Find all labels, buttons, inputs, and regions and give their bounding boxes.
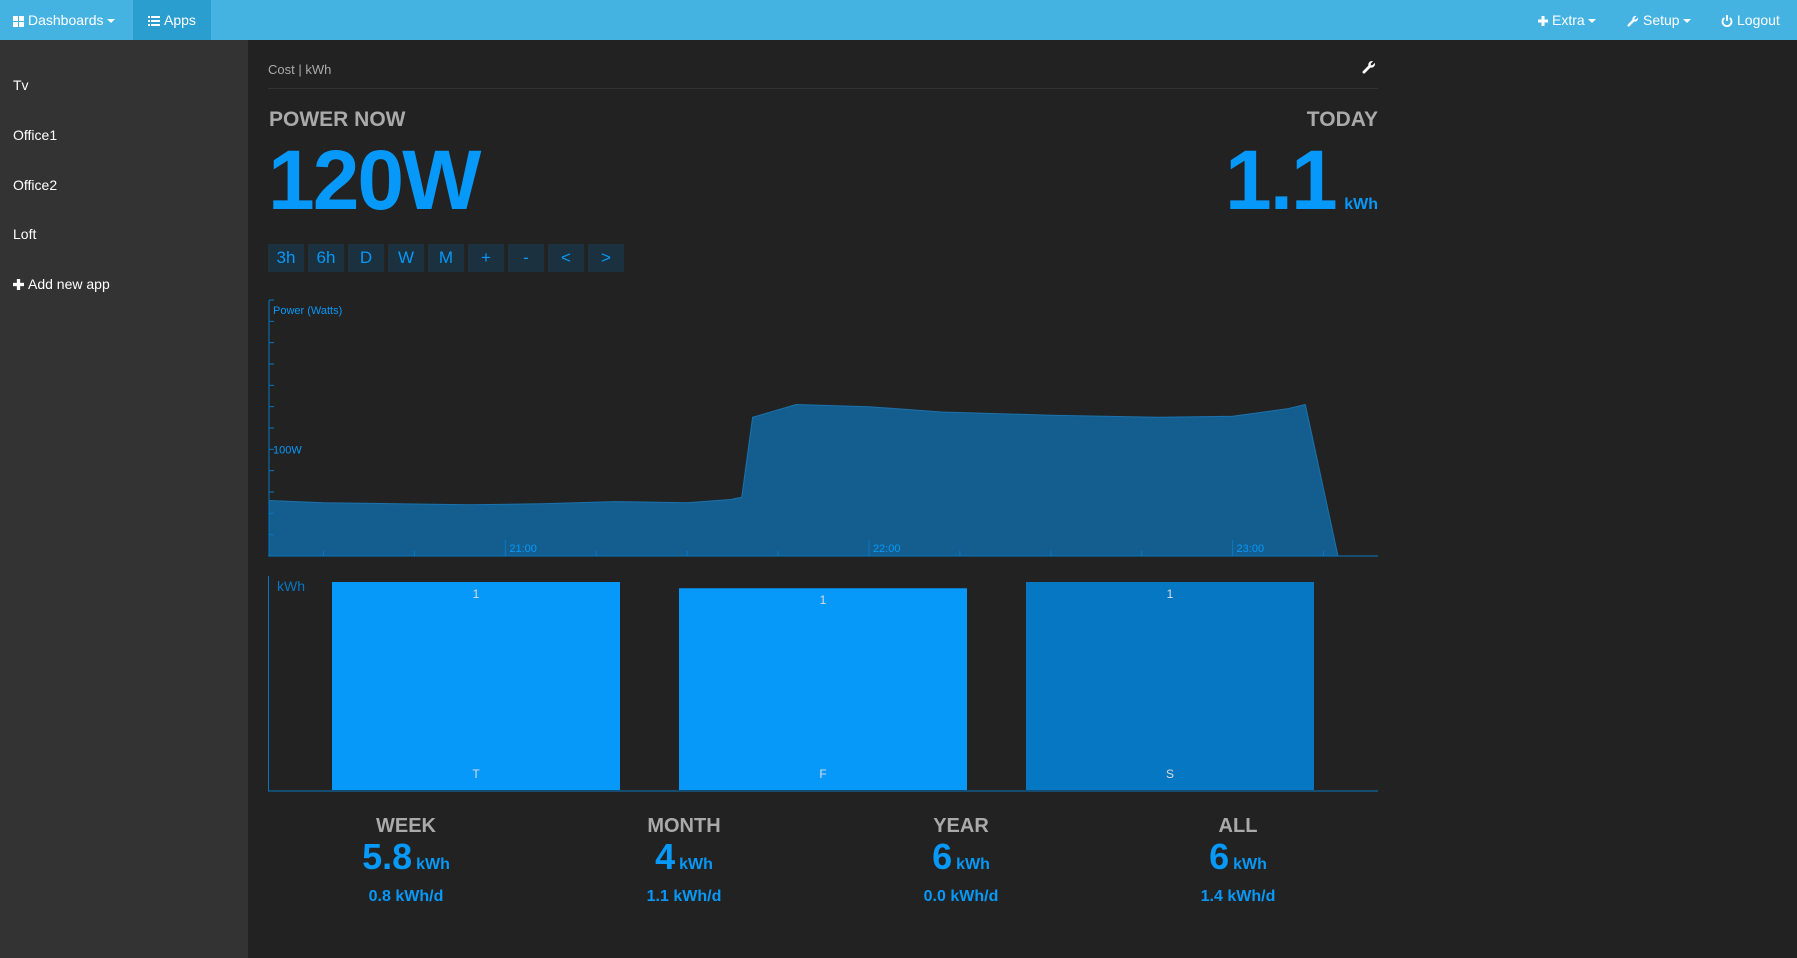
stat-all-value: 6: [1209, 836, 1230, 877]
bar-y-axis-title: kWh: [277, 578, 305, 594]
logout-label: Logout: [1737, 12, 1780, 28]
stat-all-label: ALL: [1218, 815, 1258, 837]
pan-right-button[interactable]: >: [588, 244, 624, 272]
y-axis-title: Power (Watts): [273, 305, 342, 317]
sidebar-item-tv[interactable]: Tv: [13, 77, 29, 93]
power-now-label: POWER NOW: [269, 108, 406, 131]
app-main: Cost | kWh POWER NOW 120W TODAY 1.1 kWh …: [268, 40, 1378, 958]
extra-label: Extra: [1552, 12, 1585, 28]
stat-month-unit: kWh: [679, 856, 713, 873]
bar-category-label: T: [472, 767, 480, 781]
stat-week-value: 5.8: [362, 836, 413, 877]
stat-all-per-day: 1.4 kWh/d: [1200, 888, 1276, 905]
top-navbar: Dashboards Apps Extra Setup Logout: [0, 0, 1797, 40]
stat-month: MONTH 4 kWh 1.1 kWh/d: [584, 815, 784, 906]
bar-value-label: 1: [1167, 587, 1174, 601]
extra-menu[interactable]: Extra: [1538, 0, 1596, 40]
today-value-group: 1.1 kWh: [1225, 138, 1378, 222]
chevron-down-icon: [1682, 19, 1691, 24]
stat-year-unit: kWh: [956, 856, 990, 873]
dashboards-menu[interactable]: Dashboards: [13, 0, 115, 40]
bar-value-label: 1: [820, 593, 827, 607]
stat-week: WEEK 5.8 kWh 0.8 kWh/d: [306, 815, 506, 906]
apps-label: Apps: [164, 12, 196, 28]
stat-year-value: 6: [932, 836, 953, 877]
zoom-week-button[interactable]: W: [388, 244, 424, 272]
plus-icon: [13, 279, 24, 290]
list-icon: [148, 16, 160, 27]
power-now-value: 120W: [268, 133, 481, 227]
zoom-6h-button[interactable]: 6h: [308, 244, 344, 272]
bar-s[interactable]: [1026, 582, 1314, 790]
chevron-down-icon: [1587, 19, 1596, 24]
stat-all: ALL 6 kWh 1.4 kWh/d: [1138, 815, 1338, 906]
sidebar: Tv Office1 Office2 Loft Add new app: [0, 40, 248, 958]
power-series-area: [268, 403, 1339, 557]
app-header: Cost | kWh: [268, 60, 1378, 89]
stat-week-label: WEEK: [376, 815, 436, 837]
bar-value-label: 1: [473, 587, 480, 601]
stat-week-value-row: 5.8 kWh: [306, 838, 506, 884]
stat-year-per-day: 0.0 kWh/d: [923, 888, 999, 905]
zoom-month-button[interactable]: M: [428, 244, 464, 272]
wrench-icon[interactable]: [1362, 60, 1376, 79]
zoom-out-button[interactable]: -: [508, 244, 544, 272]
sidebar-item-office2[interactable]: Office2: [13, 177, 57, 193]
add-new-app-button[interactable]: Add new app: [13, 276, 110, 292]
chevron-down-icon: [106, 19, 115, 24]
setup-label: Setup: [1643, 12, 1680, 28]
dashboard-grid-icon: [13, 15, 24, 27]
today-unit: kWh: [1344, 196, 1378, 213]
stat-month-per-day: 1.1 kWh/d: [646, 888, 722, 905]
zoom-in-button[interactable]: +: [468, 244, 504, 272]
stat-year-label: YEAR: [933, 815, 989, 837]
plus-icon: [1538, 16, 1548, 27]
sidebar-item-loft[interactable]: Loft: [13, 226, 36, 242]
logout-button[interactable]: Logout: [1721, 0, 1780, 40]
zoom-3h-button[interactable]: 3h: [268, 244, 304, 272]
stat-all-value-row: 6 kWh: [1138, 838, 1338, 884]
y-tick-label: 100W: [273, 444, 302, 456]
bar-f[interactable]: [679, 588, 967, 790]
stat-month-value: 4: [655, 836, 676, 877]
dashboards-label: Dashboards: [28, 12, 104, 28]
setup-menu[interactable]: Setup: [1627, 0, 1691, 40]
daily-kwh-bar-chart[interactable]: kWh 1 T 1 F 1 S: [268, 536, 1378, 792]
add-new-app-label: Add new app: [28, 276, 110, 292]
power-icon: [1721, 15, 1733, 28]
stat-year: YEAR 6 kWh 0.0 kWh/d: [861, 815, 1061, 906]
stat-year-value-row: 6 kWh: [861, 838, 1061, 884]
today-value: 1.1: [1224, 133, 1338, 227]
bar-category-label: S: [1166, 767, 1174, 781]
stat-month-label: MONTH: [647, 815, 721, 837]
bar-category-label: F: [819, 767, 826, 781]
zoom-day-button[interactable]: D: [348, 244, 384, 272]
stat-week-per-day: 0.8 kWh/d: [368, 888, 444, 905]
pan-left-button[interactable]: <: [548, 244, 584, 272]
today-label: TODAY: [1306, 108, 1378, 131]
stat-all-unit: kWh: [1233, 856, 1267, 873]
stat-week-unit: kWh: [416, 856, 450, 873]
sidebar-item-office1[interactable]: Office1: [13, 127, 57, 143]
apps-menu[interactable]: Apps: [133, 0, 211, 40]
wrench-icon: [1627, 16, 1639, 27]
app-title: Cost | kWh: [268, 62, 332, 77]
stat-month-value-row: 4 kWh: [584, 838, 784, 884]
bar-t[interactable]: [332, 582, 620, 790]
power-chart[interactable]: 100W21:00 22:00 23:00Power (Watts): [268, 296, 1378, 558]
